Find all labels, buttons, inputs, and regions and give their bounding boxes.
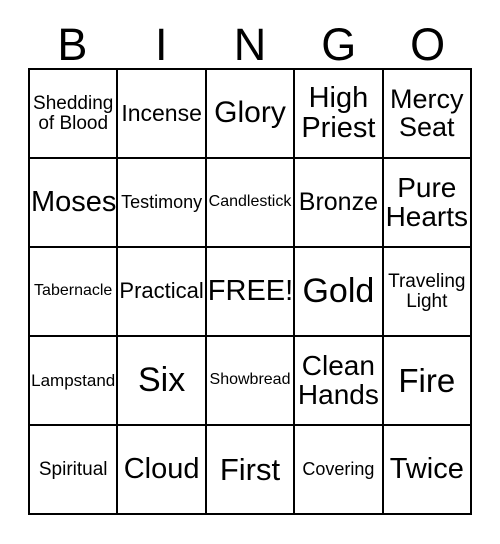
bingo-cell[interactable]: Covering	[295, 426, 384, 515]
bingo-cell[interactable]: Incense	[118, 70, 207, 159]
bingo-cell-label: First	[219, 451, 281, 487]
bingo-cell[interactable]: Gold	[295, 248, 384, 337]
bingo-cell-label: Pure Hearts	[385, 171, 469, 232]
bingo-cell-label: Moses	[31, 185, 117, 218]
bingo-cell[interactable]: Pure Hearts	[383, 159, 472, 248]
header-letter-b: B	[57, 19, 88, 70]
bingo-cell-label: Bronze	[298, 187, 378, 216]
header-letter-n: N	[233, 19, 267, 70]
bingo-cell[interactable]: Traveling Light	[383, 248, 472, 337]
bingo-card: B I N G O Shedding of Blood Incense Glor…	[0, 0, 500, 544]
header-letter-g: G	[321, 19, 357, 70]
bingo-cell-label: Candlestick	[208, 193, 292, 211]
bingo-cell[interactable]: Candlestick	[206, 159, 296, 248]
bingo-cell-label: Shedding of Blood	[33, 93, 114, 134]
bingo-cell[interactable]: Lampstand	[30, 337, 119, 426]
bingo-cell[interactable]: Showbread	[206, 337, 296, 426]
bingo-cell[interactable]: Glory	[206, 70, 296, 159]
bingo-cell-free[interactable]: FREE!	[206, 248, 296, 337]
bingo-cell-label: Twice	[389, 452, 464, 485]
bingo-cell[interactable]: Cloud	[118, 426, 207, 515]
bingo-cell-label: Six	[137, 361, 186, 400]
bingo-cell[interactable]: Tabernacle	[30, 248, 119, 337]
bingo-cell[interactable]: Moses	[30, 159, 119, 248]
bingo-cell[interactable]: First	[206, 426, 296, 515]
bingo-cell[interactable]: Fire	[383, 337, 472, 426]
bingo-cell-label: High Priest	[301, 81, 376, 144]
bingo-cell[interactable]: Bronze	[295, 159, 384, 248]
bingo-cell-label: Clean Hands	[297, 349, 379, 410]
bingo-cell[interactable]: Six	[118, 337, 207, 426]
bingo-cell-label: Showbread	[209, 371, 291, 389]
bingo-cell-label: Spiritual	[38, 458, 108, 480]
bingo-cell-label: Gold	[302, 272, 375, 311]
bingo-cell-label: Tabernacle	[34, 282, 113, 300]
bingo-cell[interactable]: Spiritual	[30, 426, 119, 515]
bingo-cell[interactable]: Clean Hands	[295, 337, 384, 426]
header-letter-o: O	[410, 19, 446, 70]
header-letter-i: I	[154, 19, 168, 70]
bingo-cell-label: Practical	[119, 278, 204, 304]
bingo-cell-label: Covering	[302, 459, 375, 480]
bingo-cell-label: Testimony	[121, 192, 203, 213]
bingo-cell-label: Cloud	[123, 452, 200, 485]
bingo-cell-label: Glory	[214, 96, 286, 130]
bingo-cell[interactable]: Practical	[118, 248, 207, 337]
bingo-cell-label: Incense	[121, 99, 202, 126]
bingo-cell[interactable]: High Priest	[295, 70, 384, 159]
bingo-cell[interactable]: Mercy Seat	[383, 70, 472, 159]
bingo-cell[interactable]: Testimony	[118, 159, 207, 248]
bingo-cell-label: Fire	[398, 361, 456, 399]
bingo-header: B I N G O	[28, 14, 472, 68]
bingo-cell-label: Lampstand	[31, 370, 116, 390]
bingo-cell-label: Traveling Light	[388, 271, 466, 312]
bingo-cell[interactable]: Shedding of Blood	[30, 70, 119, 159]
bingo-cell[interactable]: Twice	[383, 426, 472, 515]
bingo-grid: Shedding of Blood Incense Glory High Pri…	[28, 68, 472, 515]
bingo-cell-label: Mercy Seat	[390, 83, 464, 142]
bingo-cell-label: FREE!	[207, 274, 294, 307]
